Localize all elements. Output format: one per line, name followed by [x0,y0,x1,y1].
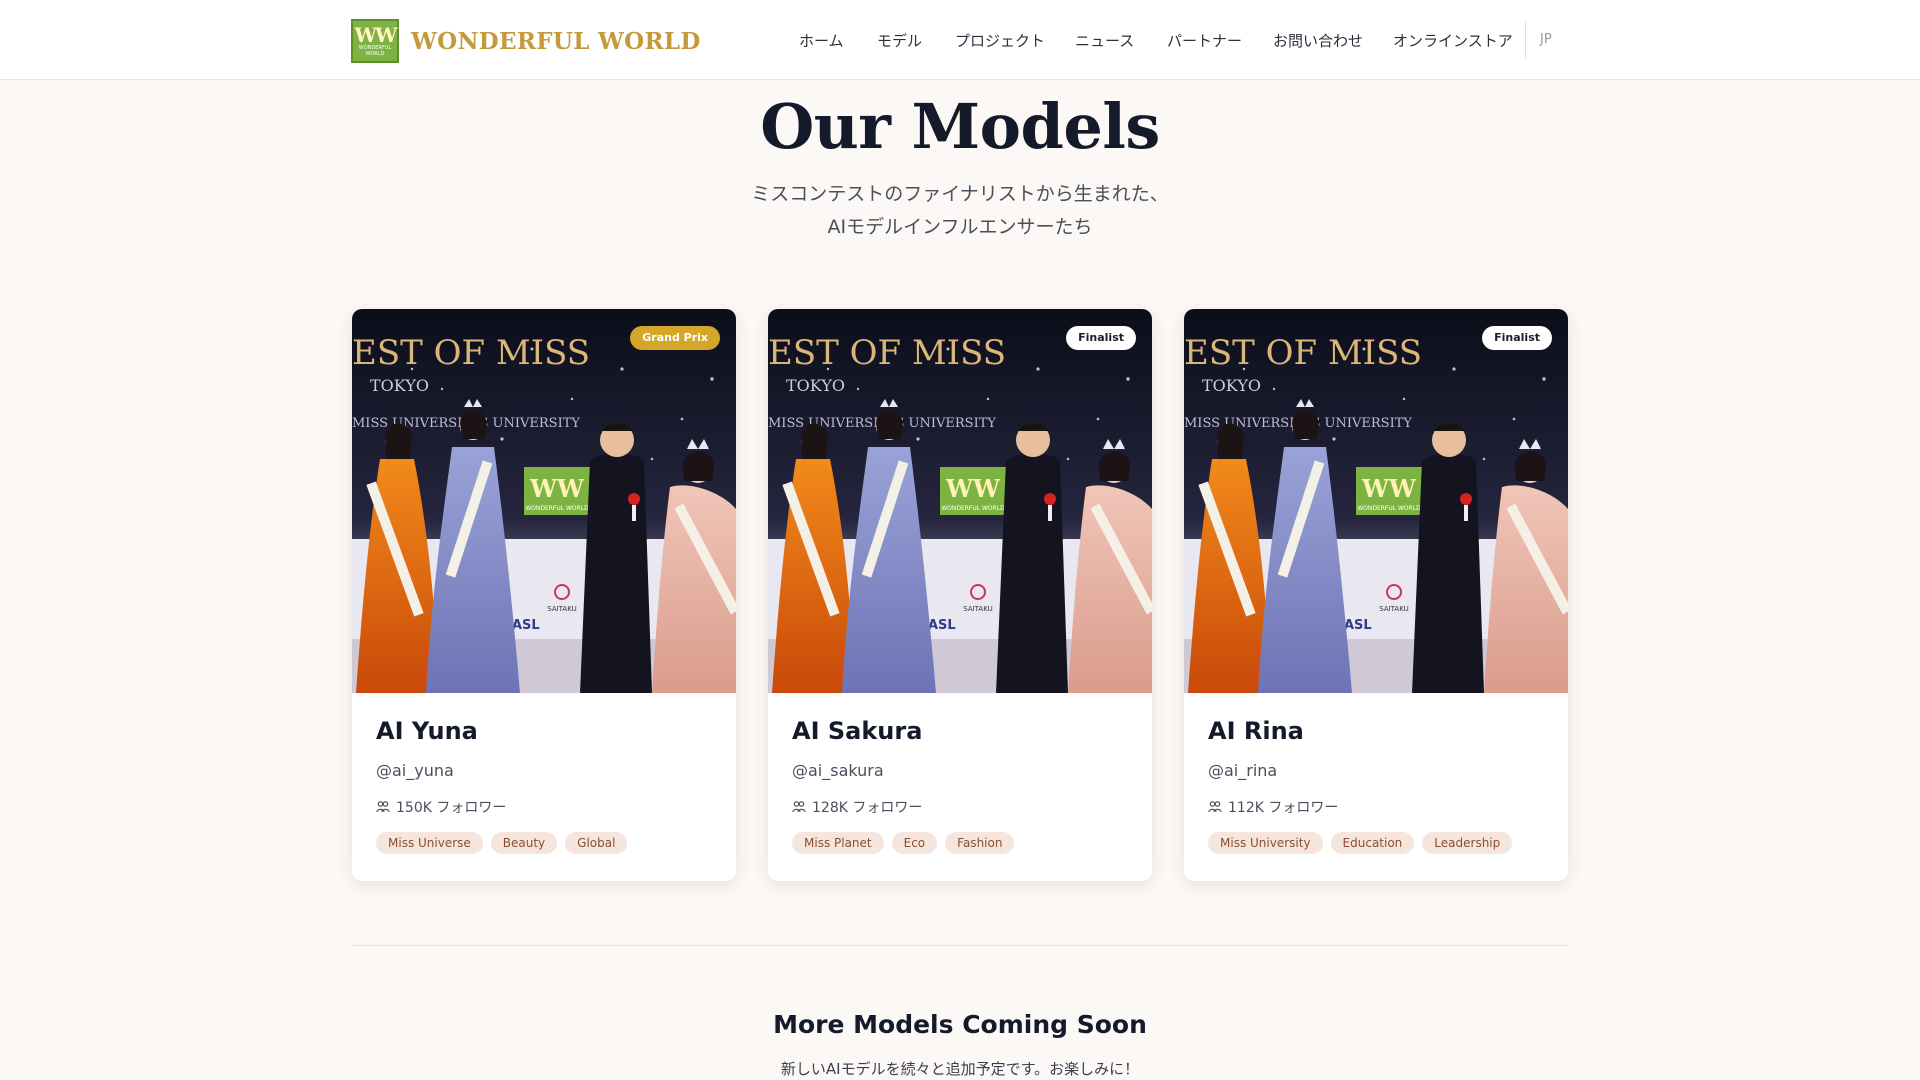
model-badge: Finalist [1482,326,1552,350]
svg-text:WW: WW [529,474,585,503]
page-subtitle-line1: ミスコンテストのファイナリストから生まれた、 [751,183,1169,205]
followers-icon [1208,801,1222,813]
model-followers-text: 112K フォロワー [1228,800,1339,816]
model-photo: EST OF MISS TOKYO MISS UNIVERSE SS UNIVE… [352,309,736,693]
nav-item-home[interactable]: ホーム [799,30,844,51]
language-switch[interactable]: JP [1540,32,1552,47]
svg-text:SAITAKU: SAITAKU [547,605,576,613]
svg-text:WW: WW [945,474,1001,503]
model-photo-image: EST OF MISS TOKYO MISS UNIVERSE SS UNIVE… [768,309,1152,693]
model-tag: Education [1330,832,1415,854]
logo-mark-subtext: WONDERFUL WORLD [358,45,392,57]
svg-text:WW: WW [1361,474,1417,503]
model-handle: @ai_rina [1208,761,1278,780]
svg-text:WONDERFUL WORLD: WONDERFUL WORLD [1357,505,1421,512]
nav-item-contact[interactable]: お問い合わせ [1273,30,1363,51]
svg-text:WONDERFUL WORLD: WONDERFUL WORLD [525,505,589,512]
model-followers: 112K フォロワー [1208,797,1338,817]
nav-item-partners[interactable]: パートナー [1167,30,1242,51]
svg-text:EST OF MISS: EST OF MISS [352,333,590,373]
model-tag: Leadership [1422,832,1513,854]
logo-text: WONDERFUL WORLD [411,27,701,55]
page-subtitle: ミスコンテストのファイナリストから生まれた、 AIモデルインフルエンサーたち [0,178,1920,244]
nav-item-news[interactable]: ニュース [1075,30,1134,51]
section-divider [351,945,1569,946]
followers-icon [376,801,390,813]
model-photo: EST OF MISS TOKYO MISS UNIVERSE SS UNIVE… [768,309,1152,693]
svg-text:ASL: ASL [1344,618,1372,633]
model-tag: Eco [891,832,938,854]
model-tag: Beauty [490,832,558,854]
svg-text:EST OF MISS: EST OF MISS [1184,333,1422,373]
model-badge: Finalist [1066,326,1136,350]
svg-text:WONDERFUL WORLD: WONDERFUL WORLD [941,505,1005,512]
nav-divider [1525,22,1526,58]
model-photo-image: EST OF MISS TOKYO MISS UNIVERSE SS UNIVE… [1184,309,1568,693]
nav-item-online-store[interactable]: オンラインストア [1393,30,1513,51]
model-tags: Miss Planet Eco Fashion [792,832,1022,854]
model-photo: EST OF MISS TOKYO MISS UNIVERSE SS UNIVE… [1184,309,1568,693]
site-logo[interactable]: WW WONDERFUL WORLD WONDERFUL WORLD [351,19,701,63]
model-handle: @ai_sakura [792,761,884,780]
model-photo-image: EST OF MISS TOKYO MISS UNIVERSE SS UNIVE… [352,309,736,693]
model-tags: Miss Universe Beauty Global [376,832,635,854]
logo-mark-letters: WW [354,23,398,47]
model-name: AI Sakura [792,717,923,745]
model-followers: 150K フォロワー [376,797,506,817]
svg-text:TOKYO: TOKYO [1202,376,1261,395]
nav-item-models[interactable]: モデル [877,30,922,51]
svg-text:ASL: ASL [512,618,540,633]
svg-text:EST OF MISS: EST OF MISS [768,333,1006,373]
model-followers-text: 150K フォロワー [396,800,507,816]
page-title: Our Models [760,90,1160,163]
model-card[interactable]: EST OF MISS TOKYO MISS UNIVERSE SS UNIVE… [352,309,736,881]
model-badge: Grand Prix [630,326,720,350]
svg-text:SAITAKU: SAITAKU [1379,605,1408,613]
model-tag: Fashion [945,832,1015,854]
svg-text:TOKYO: TOKYO [786,376,845,395]
model-handle: @ai_yuna [376,761,454,780]
model-card[interactable]: EST OF MISS TOKYO MISS UNIVERSE SS UNIVE… [768,309,1152,881]
logo-mark-icon: WW WONDERFUL WORLD [351,19,399,63]
nav-item-projects[interactable]: プロジェクト [955,30,1045,51]
model-tags: Miss University Education Leadership [1208,832,1520,854]
svg-text:ASL: ASL [928,618,956,633]
model-followers-text: 128K フォロワー [812,800,923,816]
followers-icon [792,801,806,813]
coming-soon-subtitle: 新しいAIモデルを続々と追加予定です。お楽しみに！ [780,1060,1140,1078]
page-subtitle-line2: AIモデルインフルエンサーたち [827,216,1093,238]
site-header: WW WONDERFUL WORLD WONDERFUL WORLD ホーム モ… [0,0,1920,80]
svg-text:TOKYO: TOKYO [370,376,429,395]
model-followers: 128K フォロワー [792,797,922,817]
coming-soon-title: More Models Coming Soon [773,1010,1147,1039]
model-tag: Miss Universe [376,832,483,854]
model-name: AI Yuna [376,717,478,745]
model-name: AI Rina [1208,717,1304,745]
model-tag: Global [565,832,628,854]
model-tag: Miss Planet [792,832,884,854]
model-tag: Miss University [1208,832,1323,854]
svg-text:SAITAKU: SAITAKU [963,605,992,613]
model-card[interactable]: EST OF MISS TOKYO MISS UNIVERSE SS UNIVE… [1184,309,1568,881]
